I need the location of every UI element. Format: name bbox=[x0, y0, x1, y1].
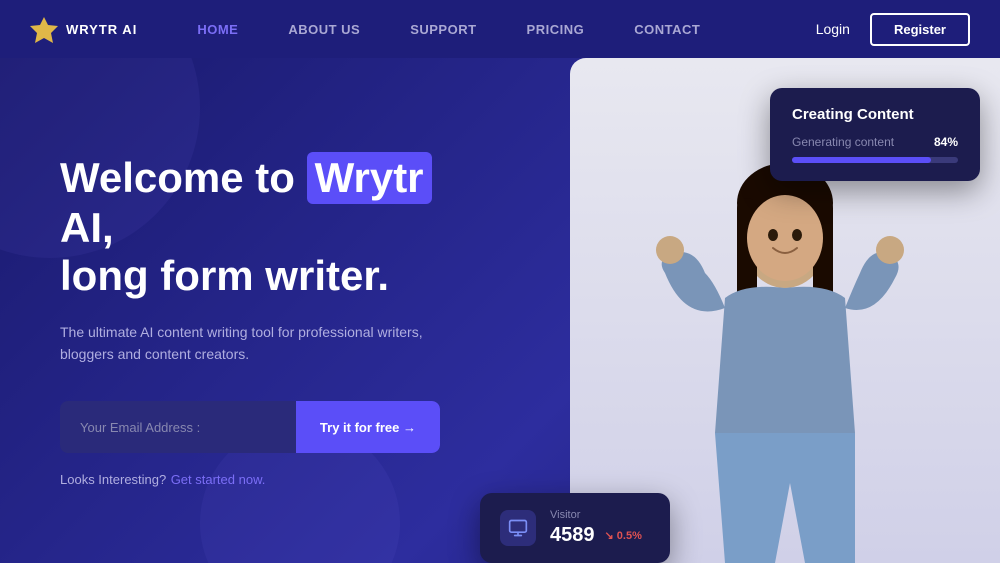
visitor-info: Visitor 4589 ↘ 0.5% bbox=[550, 509, 642, 547]
monitor-icon bbox=[500, 510, 536, 546]
email-input[interactable] bbox=[60, 401, 296, 453]
nav-contact[interactable]: CONTACT bbox=[634, 22, 700, 37]
cta-note-text: Looks Interesting? bbox=[60, 472, 166, 487]
progress-bar-fill bbox=[792, 157, 931, 163]
visitor-count: 4589 bbox=[550, 524, 595, 547]
hero-title-highlight: Wrytr bbox=[307, 152, 432, 204]
navbar: WRYTR AI HOME ABOUT US SUPPORT PRICING C… bbox=[0, 0, 1000, 58]
nav-about[interactable]: ABOUT US bbox=[288, 22, 360, 37]
generating-label: Generating content bbox=[792, 135, 894, 149]
visitor-label: Visitor bbox=[550, 509, 642, 521]
logo[interactable]: WRYTR AI bbox=[30, 15, 137, 43]
hero-title-line2: long form writer. bbox=[60, 252, 389, 299]
nav-home[interactable]: HOME bbox=[197, 22, 238, 37]
nav-support[interactable]: SUPPORT bbox=[410, 22, 476, 37]
hero-left: Welcome to Wrytr AI, long form writer. T… bbox=[0, 58, 500, 563]
generating-percent: 84% bbox=[934, 135, 958, 149]
logo-icon bbox=[30, 15, 58, 43]
hero-right: Creating Content Generating content 84% … bbox=[500, 58, 1000, 563]
try-free-button[interactable]: Try it for free → bbox=[296, 401, 440, 453]
hero-subtitle: The ultimate AI content writing tool for… bbox=[60, 321, 440, 366]
woman-svg bbox=[625, 123, 945, 563]
creating-card-title: Creating Content bbox=[792, 106, 958, 123]
hero-section: Welcome to Wrytr AI, long form writer. T… bbox=[0, 58, 1000, 563]
creating-content-card: Creating Content Generating content 84% bbox=[770, 88, 980, 181]
cta-link[interactable]: Get started now. bbox=[171, 472, 266, 487]
nav-links: HOME ABOUT US SUPPORT PRICING CONTACT bbox=[197, 22, 815, 37]
hero-title-suffix: AI, bbox=[60, 204, 114, 251]
visitor-change: ↘ 0.5% bbox=[605, 529, 642, 542]
visitor-row: 4589 ↘ 0.5% bbox=[550, 524, 642, 547]
progress-bar-bg bbox=[792, 157, 958, 163]
visitor-card: Visitor 4589 ↘ 0.5% bbox=[480, 493, 670, 563]
hero-title: Welcome to Wrytr AI, long form writer. bbox=[60, 152, 460, 301]
brand-name: WRYTR AI bbox=[66, 22, 137, 37]
nav-auth: Login Register bbox=[816, 13, 970, 46]
hero-title-prefix: Welcome to bbox=[60, 154, 295, 201]
email-form: Try it for free → bbox=[60, 401, 440, 453]
creating-card-label: Generating content 84% bbox=[792, 135, 958, 149]
login-button[interactable]: Login bbox=[816, 21, 850, 37]
cta-note: Looks Interesting? Get started now. bbox=[60, 471, 460, 489]
register-button[interactable]: Register bbox=[870, 13, 970, 46]
nav-pricing[interactable]: PRICING bbox=[527, 22, 585, 37]
